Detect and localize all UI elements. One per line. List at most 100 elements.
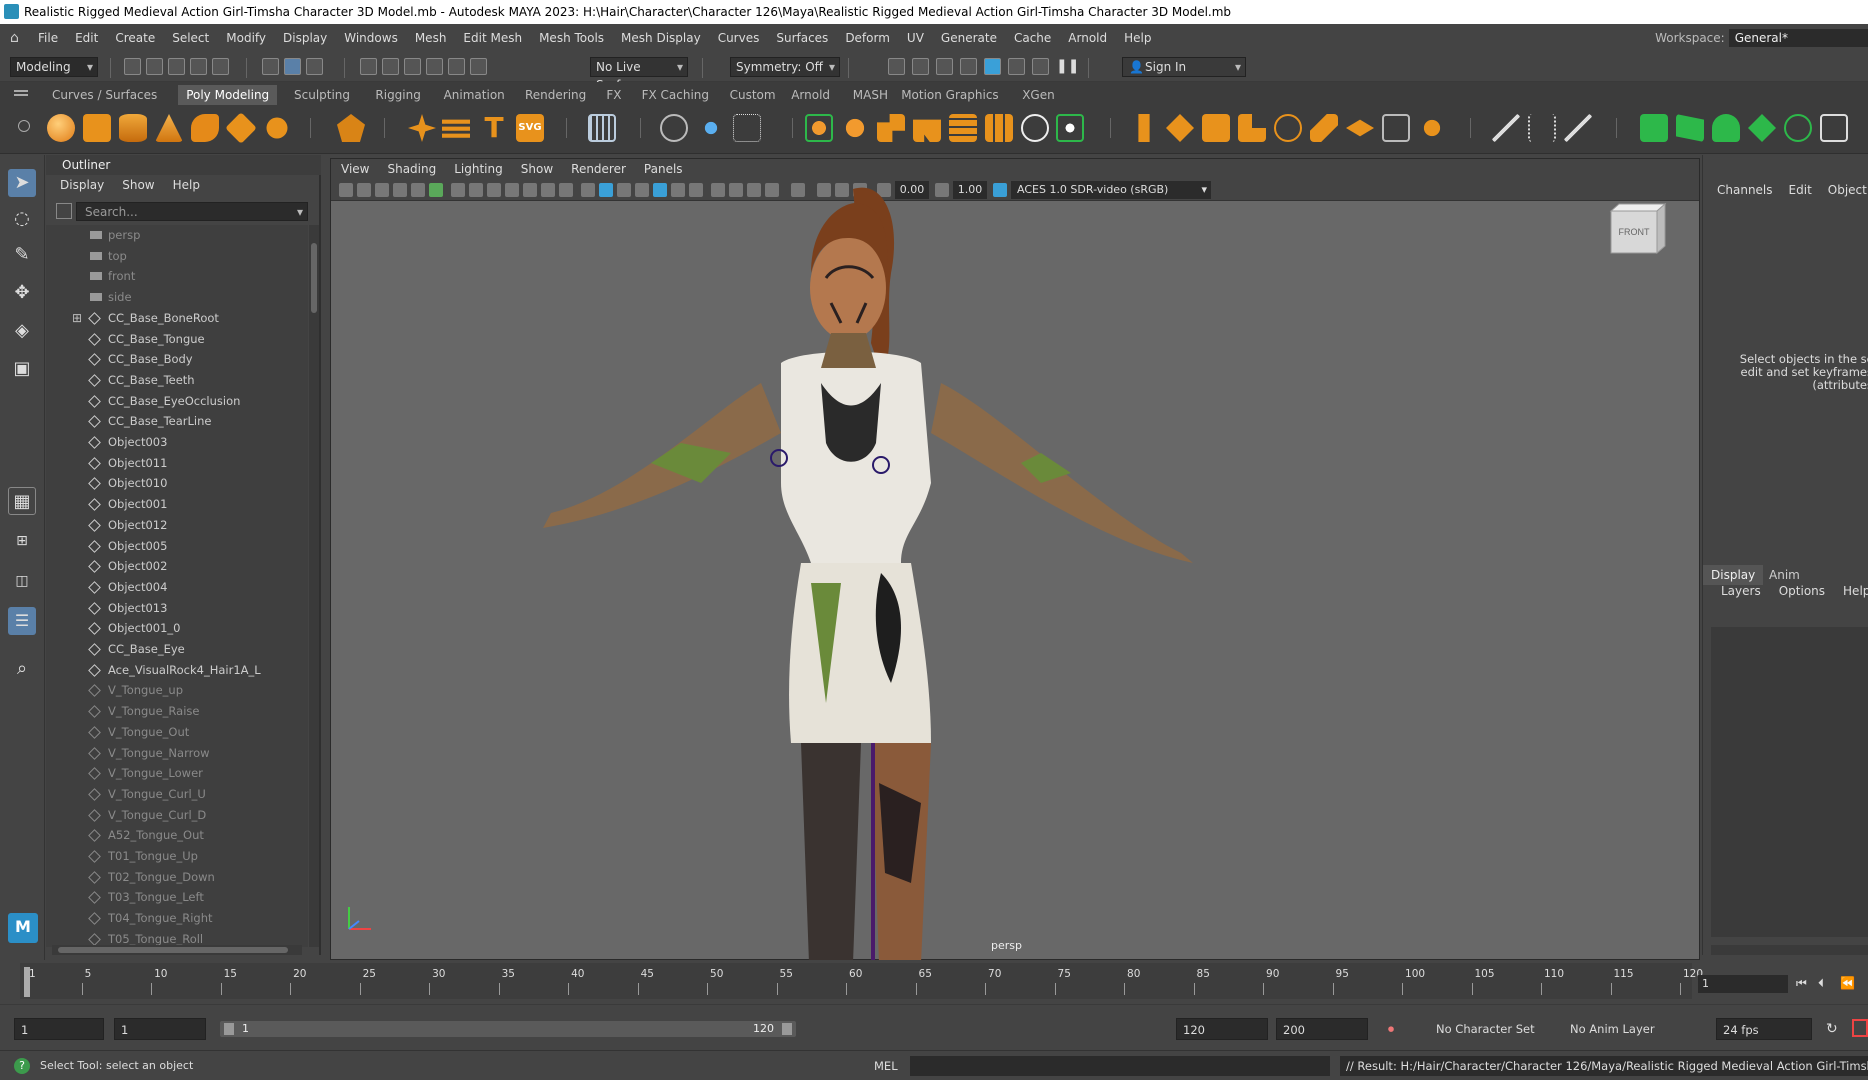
arnold-render-icon[interactable] [1008, 58, 1025, 75]
range-start-handle[interactable] [224, 1023, 234, 1035]
shelf-tab-poly-modeling[interactable]: Poly Modeling [178, 85, 278, 105]
platonic-solid-icon[interactable] [337, 114, 365, 142]
target-weld-icon[interactable] [1418, 114, 1446, 142]
command-input[interactable] [910, 1056, 1330, 1076]
scene-start-field[interactable]: 1 [14, 1018, 104, 1040]
outliner-menu-show[interactable]: Show [122, 178, 154, 192]
transfer-attributes-icon[interactable] [1640, 114, 1668, 142]
bookmark-icon[interactable] [375, 183, 389, 197]
redo-icon[interactable] [212, 58, 229, 75]
outliner-scroll-thumb[interactable] [311, 243, 317, 313]
shelf-tab-fx-caching[interactable]: FX Caching [634, 85, 717, 105]
live-surface-field[interactable]: No Live Surface [590, 57, 688, 92]
mirror-icon[interactable] [913, 119, 941, 142]
normals-icon[interactable] [1748, 114, 1776, 142]
viewport-menu-lighting[interactable]: Lighting [454, 162, 503, 176]
layer-tab-anim[interactable]: Anim [1761, 565, 1808, 585]
outliner-item[interactable]: CC_Base_Body [46, 349, 308, 369]
outliner-item[interactable]: V_Tongue_Lower [46, 763, 308, 783]
shelf-tab-arnold[interactable]: Arnold [783, 85, 838, 105]
menu-generate[interactable]: Generate [941, 31, 997, 45]
shelf-tab-rigging[interactable]: Rigging [367, 85, 428, 105]
layer-menu-layers[interactable]: Layers [1721, 584, 1761, 598]
outliner-item[interactable]: Ace_VisualRock4_Hair1A_L [46, 660, 308, 680]
grid-icon[interactable] [451, 183, 465, 197]
single-view-icon[interactable]: ▦ [8, 487, 36, 515]
outliner-item[interactable]: Object001 [46, 494, 308, 514]
svg-tool-icon[interactable]: SVG [516, 114, 544, 142]
smooth-icon[interactable] [877, 114, 905, 142]
combine-icon[interactable] [805, 114, 833, 142]
shelf-menu-icon[interactable] [14, 90, 28, 92]
outliner-item[interactable]: V_Tongue_Raise [46, 701, 308, 721]
time-slider[interactable]: 1 5 10 15 20 25 30 35 40 45 50 55 60 65 70 75 80 85 90 95 10… [0, 960, 1868, 1004]
outliner-item[interactable]: T03_Tongue_Left [46, 887, 308, 907]
outliner-item[interactable]: Object012 [46, 515, 308, 535]
menu-file[interactable]: File [38, 31, 58, 45]
outliner-item[interactable]: ⊞ CC_Base_BoneRoot [46, 308, 308, 328]
outliner-item[interactable]: CC_Base_Eye [46, 639, 308, 659]
outliner-item[interactable]: V_Tongue_Out [46, 722, 308, 742]
collapse-icon[interactable] [1346, 119, 1374, 137]
uv-editor-icon[interactable] [588, 114, 616, 142]
merge-icon[interactable] [1382, 114, 1410, 142]
poly-disc-icon[interactable] [266, 117, 288, 139]
menu-set-dropdown[interactable]: Modeling [10, 57, 98, 77]
menu-curves[interactable]: Curves [718, 31, 760, 45]
mel-label[interactable]: MEL [874, 1059, 898, 1073]
viewport-menu-panels[interactable]: Panels [644, 162, 683, 176]
boolean-icon[interactable] [949, 114, 977, 142]
menu-surfaces[interactable]: Surfaces [776, 31, 828, 45]
render-frame-icon[interactable] [912, 58, 929, 75]
outliner-hscroll-thumb[interactable] [58, 947, 288, 953]
outliner-item[interactable]: T02_Tongue_Down [46, 867, 308, 887]
outliner-item[interactable]: Object001_0 [46, 618, 308, 638]
step-back-key-icon[interactable]: ⏪ [1840, 976, 1855, 990]
menu-help[interactable]: Help [1124, 31, 1151, 45]
outliner-item[interactable]: Object002 [46, 556, 308, 576]
separate-icon[interactable] [841, 114, 869, 142]
outliner-item[interactable]: V_Tongue_Narrow [46, 743, 308, 763]
outliner-item[interactable]: T04_Tongue_Right [46, 908, 308, 928]
snap-curve-icon[interactable] [382, 58, 399, 75]
undo-icon[interactable] [190, 58, 207, 75]
edge-loop-icon[interactable] [1528, 114, 1556, 142]
snap-view-icon[interactable] [426, 58, 443, 75]
character-set-dropdown[interactable]: No Character Set [1436, 1018, 1535, 1040]
outliner-item[interactable]: CC_Base_Teeth [46, 370, 308, 390]
outliner-item[interactable]: Object003 [46, 432, 308, 452]
image-plane-icon[interactable] [393, 183, 407, 197]
outliner-item[interactable]: CC_Base_TearLine [46, 411, 308, 431]
new-scene-icon[interactable] [124, 58, 141, 75]
outliner-menu-display[interactable]: Display [60, 178, 104, 192]
two-view-icon[interactable]: ◫ [8, 567, 36, 595]
outliner-item[interactable]: T01_Tongue_Up [46, 846, 308, 866]
lasso-tool-icon[interactable]: ◌ [8, 205, 36, 233]
quad-draw-icon[interactable] [1564, 114, 1592, 142]
layer-horizontal-scrollbar[interactable] [1711, 945, 1868, 955]
select-component-icon[interactable] [306, 58, 323, 75]
outliner-item[interactable]: V_Tongue_Curl_U [46, 784, 308, 804]
poly-cylinder-icon[interactable] [119, 114, 147, 142]
current-frame-marker[interactable] [24, 967, 30, 997]
time-slider-track[interactable]: 1 5 10 15 20 25 30 35 40 45 50 55 60 65 70 75 80 85 90 95 10… [20, 963, 1703, 999]
range-end-handle[interactable] [782, 1023, 792, 1035]
menu-uv[interactable]: UV [907, 31, 924, 45]
search-icon[interactable]: ⌕ [8, 655, 36, 683]
harden-edge-icon[interactable] [1712, 114, 1740, 142]
snap-surface-icon[interactable] [448, 58, 465, 75]
extract-icon[interactable] [1056, 114, 1084, 142]
filter-icon[interactable] [56, 203, 72, 219]
outliner-item[interactable]: V_Tongue_up [46, 680, 308, 700]
select-tool-icon[interactable]: ➤ [8, 169, 36, 197]
shelf-options-icon[interactable] [18, 120, 30, 132]
select-object-icon[interactable] [284, 58, 301, 75]
bridge-icon[interactable] [1166, 114, 1194, 142]
symmetry-dropdown[interactable]: Symmetry: Off [730, 57, 840, 77]
menu-deform[interactable]: Deform [845, 31, 890, 45]
scale-tool-icon[interactable]: ▣ [8, 355, 36, 383]
retopologize-icon[interactable] [1021, 114, 1049, 142]
move-tool-icon[interactable]: ✥ [8, 279, 36, 307]
menu-cache[interactable]: Cache [1014, 31, 1051, 45]
outliner-item[interactable]: side [46, 287, 308, 307]
